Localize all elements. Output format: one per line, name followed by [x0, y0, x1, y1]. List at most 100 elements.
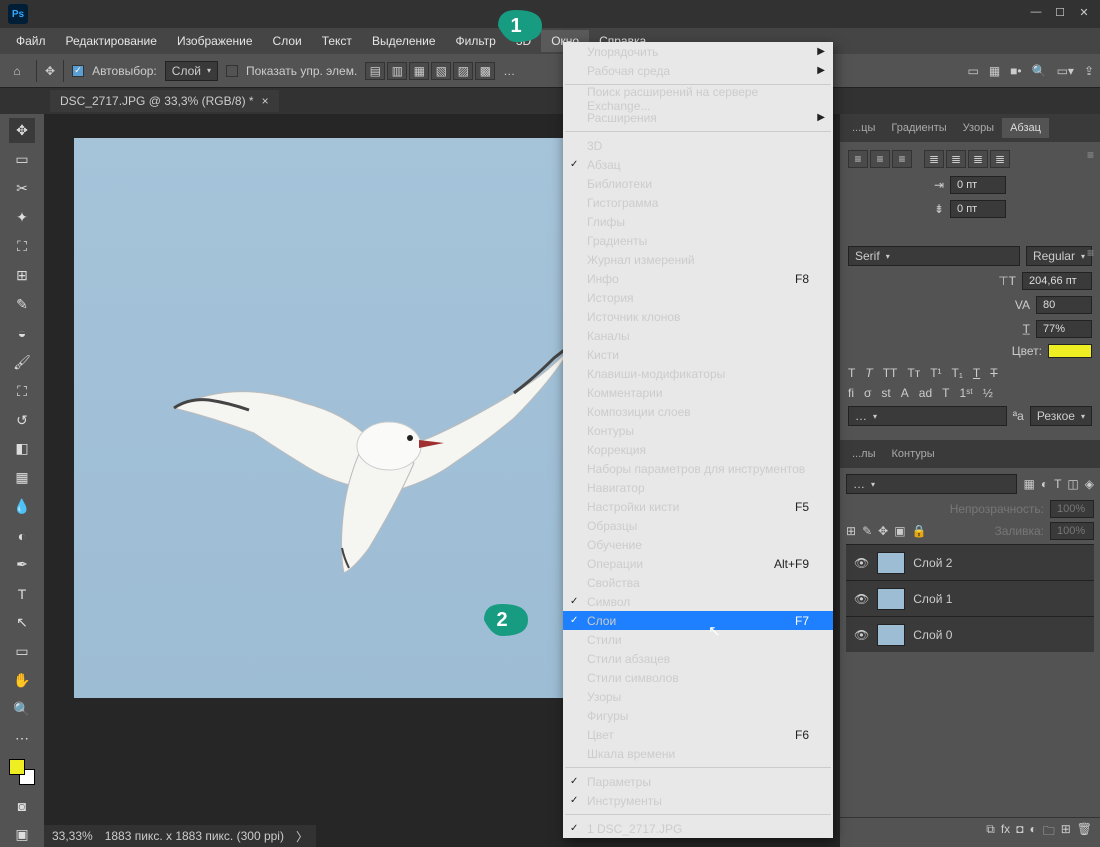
menu-item-библиотеки[interactable]: Библиотеки — [563, 174, 833, 193]
zoom-level[interactable]: 33,33% — [52, 829, 93, 843]
home-icon[interactable]: ⌂ — [6, 60, 28, 82]
menu-item-абзац[interactable]: ✓Абзац — [563, 155, 833, 174]
blur-tool[interactable]: 💧 — [9, 494, 35, 519]
menu-item-стили-абзацев[interactable]: Стили абзацев — [563, 649, 833, 668]
menu-item-обучение[interactable]: Обучение — [563, 535, 833, 554]
menu-item-узоры[interactable]: Узоры — [563, 687, 833, 706]
menu-item-1-dsc-2717-jpg[interactable]: ✓1 DSC_2717.JPG — [563, 819, 833, 838]
menu-item-операции[interactable]: ОперацииAlt+F9 — [563, 554, 833, 573]
align-button[interactable]: ▧ — [431, 62, 451, 80]
menu-item-слои[interactable]: ✓СлоиF7 — [563, 611, 833, 630]
marquee-tool[interactable]: ▭ — [9, 147, 35, 172]
type-tool[interactable]: T — [9, 581, 35, 606]
mode-icon[interactable]: ▭ — [967, 64, 978, 78]
underline-button[interactable]: T — [973, 366, 980, 380]
menu-item-каналы[interactable]: Каналы — [563, 326, 833, 345]
screenmode-tool[interactable]: ▣ — [9, 822, 35, 847]
lock-icon[interactable]: 🔒 — [912, 524, 927, 538]
layer-row[interactable]: 👁Слой 2 — [846, 544, 1094, 580]
menu-item-расширения[interactable]: Расширения▶ — [563, 108, 833, 127]
menu-item-навигатор[interactable]: Навигатор — [563, 478, 833, 497]
menu-item-настройки-кисти[interactable]: Настройки кистиF5 — [563, 497, 833, 516]
layer-row[interactable]: 👁Слой 1 — [846, 580, 1094, 616]
panel-menu-icon[interactable]: ≡ — [1087, 148, 1094, 162]
lock-icon[interactable]: ✎ — [862, 524, 872, 538]
layer-select[interactable]: Слой▾ — [165, 61, 218, 81]
space-after-input[interactable]: 0 пт — [950, 200, 1006, 218]
menu-item-стили-символов[interactable]: Стили символов — [563, 668, 833, 687]
panel-tab[interactable]: Абзац — [1002, 118, 1049, 138]
minimize-button[interactable]: — — [1026, 4, 1046, 20]
menu-item-образцы[interactable]: Образцы — [563, 516, 833, 535]
close-button[interactable]: ✕ — [1074, 4, 1094, 20]
menu-item-упорядочить[interactable]: Упорядочить▶ — [563, 42, 833, 61]
opentype-half[interactable]: ½ — [983, 386, 993, 400]
fx-icon[interactable]: fx — [1001, 822, 1010, 843]
dodge-tool[interactable]: ◐ — [9, 523, 35, 548]
justify-left[interactable]: ≣ — [924, 150, 944, 168]
brush-tool[interactable]: 🖌 — [9, 350, 35, 375]
menu-item-фигуры[interactable]: Фигуры — [563, 706, 833, 725]
opentype-T[interactable]: T — [942, 386, 949, 400]
panel-tab[interactable]: ...лы — [844, 444, 884, 464]
language-select[interactable]: …▾ — [848, 406, 1007, 426]
menu-item-параметры[interactable]: ✓Параметры — [563, 772, 833, 791]
align-button[interactable]: ▦ — [409, 62, 429, 80]
document-tab[interactable]: DSC_2717.JPG @ 33,3% (RGB/8) * × — [50, 90, 279, 112]
layer-row[interactable]: 👁Слой 0 — [846, 616, 1094, 652]
menu-item-поиск-расширений-на-сервере-exchange-[interactable]: Поиск расширений на сервере Exchange... — [563, 89, 833, 108]
font-size-input[interactable]: 204,66 пт — [1022, 272, 1092, 290]
history-brush-tool[interactable]: ↺ — [9, 408, 35, 433]
opentype-fi[interactable]: fi — [848, 386, 854, 400]
opacity-input[interactable]: 100% — [1050, 500, 1094, 518]
filter-icon[interactable]: ◈ — [1085, 477, 1094, 491]
menu-item-кисти[interactable]: Кисти — [563, 345, 833, 364]
lock-icon[interactable]: ✥ — [878, 524, 888, 538]
menu-item-журнал-измерений[interactable]: Журнал измерений — [563, 250, 833, 269]
delete-layer-icon[interactable]: 🗑 — [1077, 822, 1092, 843]
menu-item-контуры[interactable]: Контуры — [563, 421, 833, 440]
mode-icon[interactable]: ▦ — [989, 64, 1000, 78]
menu-item-свойства[interactable]: Свойства — [563, 573, 833, 592]
lasso-tool[interactable]: ✂ — [9, 176, 35, 201]
menu-слои[interactable]: Слои — [263, 30, 312, 52]
italic-button[interactable]: T — [865, 366, 872, 380]
align-left[interactable]: ≡ — [848, 150, 868, 168]
eraser-tool[interactable]: ◧ — [9, 436, 35, 461]
show-controls-checkbox[interactable] — [226, 65, 238, 77]
healing-tool[interactable]: ◒ — [9, 321, 35, 346]
align-button[interactable]: ▤ — [365, 62, 385, 80]
visibility-icon[interactable]: 👁 — [854, 628, 869, 642]
gradient-tool[interactable]: ▦ — [9, 465, 35, 490]
opentype-st[interactable]: st — [881, 386, 890, 400]
justify-center[interactable]: ≣ — [946, 150, 966, 168]
panel-menu-icon[interactable]: ≡ — [1087, 246, 1094, 260]
smallcaps-button[interactable]: Tᴛ — [907, 366, 920, 380]
panel-tab[interactable]: ...цы — [844, 118, 883, 138]
move-tool[interactable]: ✥ — [9, 118, 35, 143]
strike-button[interactable]: T — [990, 366, 997, 380]
menu-редактирование[interactable]: Редактирование — [56, 30, 167, 52]
menu-item-наборы-параметров-для-инструментов[interactable]: Наборы параметров для инструментов — [563, 459, 833, 478]
opentype-ad[interactable]: ad — [919, 386, 932, 400]
quickmask-tool[interactable]: ◙ — [9, 793, 35, 818]
sub-button[interactable]: T₁ — [952, 366, 963, 380]
group-icon[interactable]: 🗀 — [1043, 822, 1055, 843]
super-button[interactable]: T¹ — [930, 366, 941, 380]
menu-item-глифы[interactable]: Глифы — [563, 212, 833, 231]
more-tools[interactable]: ⋯ — [9, 726, 35, 751]
color-picker[interactable] — [5, 755, 39, 789]
autoselect-checkbox[interactable]: ✓ — [72, 65, 84, 77]
frame-tool[interactable]: ⊞ — [9, 263, 35, 288]
wand-tool[interactable]: ✦ — [9, 205, 35, 230]
path-tool[interactable]: ↖ — [9, 610, 35, 635]
font-style-select[interactable]: Regular▾ — [1026, 246, 1092, 266]
menu-выделение[interactable]: Выделение — [362, 30, 446, 52]
justify-all[interactable]: ≣ — [990, 150, 1010, 168]
menu-item-история[interactable]: История — [563, 288, 833, 307]
align-right[interactable]: ≡ — [892, 150, 912, 168]
menu-item-композиции-слоев[interactable]: Композиции слоев — [563, 402, 833, 421]
scale-input[interactable]: 77% — [1036, 320, 1092, 338]
menu-изображение[interactable]: Изображение — [167, 30, 263, 52]
maximize-button[interactable]: ☐ — [1050, 4, 1070, 20]
